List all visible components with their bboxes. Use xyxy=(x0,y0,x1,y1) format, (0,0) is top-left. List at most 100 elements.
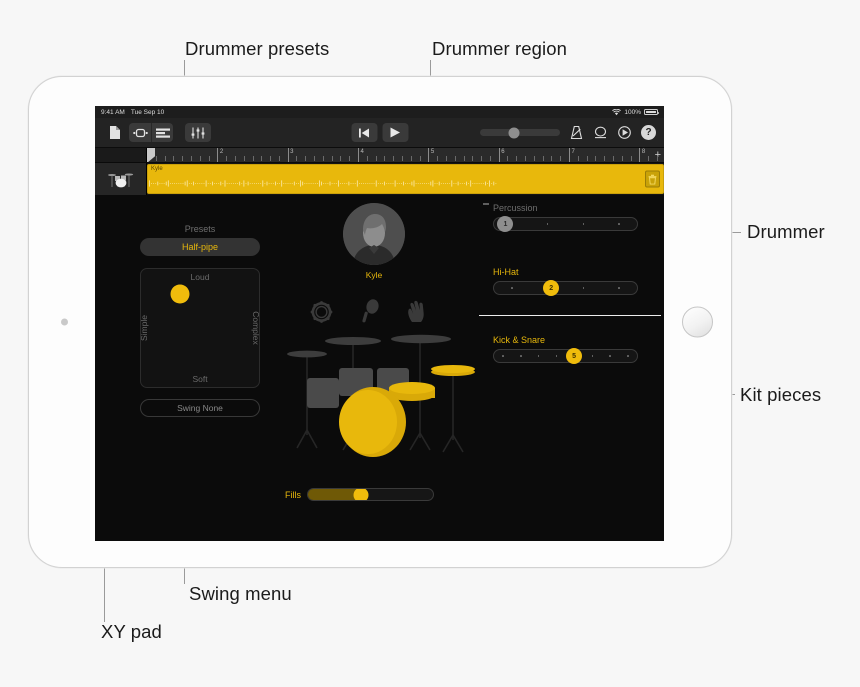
kit-piece-row: Percussion 1 xyxy=(493,203,638,232)
rewind-icon[interactable] xyxy=(351,123,377,142)
trash-icon[interactable] xyxy=(645,170,660,188)
kit-slider-dot xyxy=(601,355,619,357)
wifi-icon xyxy=(612,108,622,115)
xy-label-soft: Soft xyxy=(192,374,208,384)
ruler-subtick xyxy=(489,156,491,161)
ruler-subtick xyxy=(366,156,368,161)
ruler-subtick xyxy=(419,156,421,161)
ruler-subtick xyxy=(270,156,272,161)
kit-separator xyxy=(479,315,661,316)
ruler-subtick xyxy=(577,156,579,161)
xy-label-loud: Loud xyxy=(190,272,210,282)
callout-kit-pieces: Kit pieces xyxy=(740,384,822,405)
hand-clap-icon[interactable] xyxy=(406,300,430,323)
ruler-subtick xyxy=(393,156,395,161)
fills-label: Fills xyxy=(285,489,301,500)
loop-browser-icon[interactable] xyxy=(129,123,151,142)
ruler-subtick xyxy=(340,156,342,161)
ruler-subtick xyxy=(226,156,228,161)
ruler-subtick xyxy=(401,156,403,161)
fills-slider[interactable] xyxy=(307,488,434,501)
ruler-subtick xyxy=(322,156,324,161)
kit-piece-knob[interactable]: 2 xyxy=(543,280,560,296)
ruler-bar-4: 4 xyxy=(358,148,364,162)
kit-piece-slider[interactable]: 2 xyxy=(493,280,638,296)
ruler-subtick xyxy=(445,156,447,161)
xy-label-simple: Simple xyxy=(139,315,149,341)
kit-piece-slider[interactable]: 1 xyxy=(493,216,638,232)
ruler-subtick xyxy=(234,156,236,161)
tambourine-icon[interactable] xyxy=(310,301,333,323)
metronome-icon[interactable] xyxy=(569,125,584,140)
ruler-header-spacer xyxy=(95,148,147,162)
kit-slider-dot xyxy=(601,223,637,225)
callout-swing-menu: Swing menu xyxy=(189,583,292,604)
ruler-subtick xyxy=(384,156,386,161)
kit-slider-dot xyxy=(601,287,637,289)
callout-xy-pad: XY pad xyxy=(101,621,162,642)
track-header[interactable] xyxy=(95,163,147,195)
drummer-avatar-group[interactable]: Kyle xyxy=(340,203,408,280)
ruler-subtick xyxy=(586,156,588,161)
ruler-bar-6: 6 xyxy=(498,148,505,162)
xy-pad-puck[interactable] xyxy=(170,284,190,304)
kit-slider-dot xyxy=(530,223,566,225)
ruler-bar-5: 5 xyxy=(428,148,434,162)
ruler-bar-3: 3 xyxy=(287,148,294,162)
volume-slider[interactable] xyxy=(480,127,560,138)
ruler-subtick xyxy=(621,156,623,161)
ruler-subtick xyxy=(305,156,307,161)
transport-controls xyxy=(351,123,408,142)
ruler-bar-7: 7 xyxy=(569,148,575,162)
callout-drummer-region: Drummer region xyxy=(432,38,568,59)
drummer-region[interactable]: Kyle xyxy=(147,164,664,194)
ruler-subtick xyxy=(331,156,333,161)
volume-knob[interactable] xyxy=(508,127,520,138)
kit-piece-knob[interactable]: 1 xyxy=(497,216,514,232)
battery-percent: 100% xyxy=(624,108,641,116)
drummer-avatar-icon[interactable] xyxy=(343,203,405,265)
ruler-bar-8: 8 xyxy=(639,148,645,162)
kit-piece-knob[interactable]: 5 xyxy=(566,348,583,364)
ruler-subtick xyxy=(278,156,280,161)
fills-control: Fills xyxy=(285,488,434,501)
ruler-subtick xyxy=(296,156,298,161)
home-button[interactable] xyxy=(682,306,713,338)
kit-slider-dot xyxy=(583,355,601,357)
cycle-icon[interactable] xyxy=(593,125,608,140)
xy-label-complex: Complex xyxy=(251,311,261,345)
settings-icon[interactable] xyxy=(617,125,632,140)
xy-pad[interactable]: Loud Soft Simple Complex xyxy=(139,268,261,388)
mixer-faders-icon[interactable] xyxy=(185,123,211,142)
ruler-subtick xyxy=(595,156,597,161)
ruler-subtick xyxy=(525,156,527,161)
ruler-bars[interactable]: + 12345678 xyxy=(147,148,664,162)
kit-piece-row: Hi-Hat 2 xyxy=(493,267,638,296)
ipad-screen: 9:41 AM Tue Sep 10 100% ? + 2 3 4 5 6 7 … xyxy=(95,106,664,541)
preset-selector[interactable]: Half-pipe xyxy=(140,238,260,256)
ruler-subtick xyxy=(463,156,465,161)
ruler-subtick xyxy=(190,156,192,161)
kit-slider-dot xyxy=(566,287,602,289)
play-icon[interactable] xyxy=(382,123,408,142)
shaker-icon[interactable] xyxy=(360,299,380,323)
ruler-subtick xyxy=(164,156,166,161)
ruler-subtick xyxy=(252,156,254,161)
track-view-icon[interactable] xyxy=(151,123,173,142)
region-waveform xyxy=(149,180,497,187)
drum-kit-illustration[interactable] xyxy=(285,330,485,465)
track-area: Kyle xyxy=(95,163,664,195)
camera-dot xyxy=(61,318,68,326)
kit-piece-slider[interactable]: 5 xyxy=(493,348,638,364)
status-bar: 9:41 AM Tue Sep 10 100% xyxy=(95,106,664,118)
fills-knob[interactable] xyxy=(353,489,368,500)
kit-slider-dot xyxy=(566,223,602,225)
status-time: 9:41 AM xyxy=(101,108,125,116)
ruler-subtick xyxy=(613,156,614,161)
help-button[interactable]: ? xyxy=(641,125,656,140)
swing-menu[interactable]: Swing None xyxy=(140,399,260,417)
track-lane[interactable]: Kyle xyxy=(147,163,664,195)
ruler-subtick xyxy=(454,156,456,161)
document-icon[interactable] xyxy=(103,123,125,142)
view-segmented-control[interactable] xyxy=(129,123,173,142)
